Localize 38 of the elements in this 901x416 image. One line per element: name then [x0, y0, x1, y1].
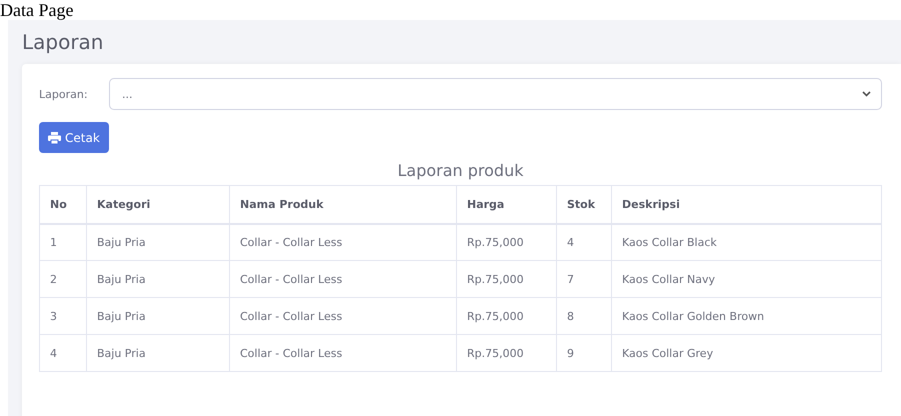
- column-header: Deskripsi: [612, 186, 882, 224]
- column-header: Kategori: [86, 186, 230, 224]
- table-cell: 7: [556, 260, 612, 298]
- table-cell: Rp.75,000: [456, 334, 556, 372]
- table-cell: 9: [556, 334, 612, 372]
- table-cell: Baju Pria: [86, 224, 230, 260]
- report-title: Laporan produk: [397, 161, 524, 180]
- table-cell: Baju Pria: [86, 334, 230, 372]
- table-cell: 1: [40, 224, 86, 260]
- page-caption: Data Page: [0, 0, 74, 20]
- table-cell: Kaos Collar Black: [612, 224, 882, 260]
- table-cell: 4: [556, 224, 612, 260]
- table-cell: Kaos Collar Navy: [612, 260, 882, 298]
- column-header: Nama Produk: [230, 186, 456, 224]
- report-select[interactable]: ...: [109, 78, 882, 110]
- table-cell: Kaos Collar Golden Brown: [612, 298, 882, 334]
- column-header: No: [40, 186, 86, 224]
- table-cell: Baju Pria: [86, 298, 230, 334]
- table-cell: Rp.75,000: [456, 224, 556, 260]
- table-cell: 3: [40, 298, 86, 334]
- table-cell: 4: [40, 334, 86, 372]
- print-button[interactable]: Cetak: [39, 122, 109, 153]
- table-cell: Rp.75,000: [456, 260, 556, 298]
- table-cell: Rp.75,000: [456, 298, 556, 334]
- table-cell: 2: [40, 260, 86, 298]
- chevron-down-icon: [862, 91, 871, 97]
- table-cell: Collar - Collar Less: [230, 298, 456, 334]
- printer-icon: [48, 132, 61, 144]
- table-cell: Collar - Collar Less: [230, 224, 456, 260]
- field-label: Laporan:: [39, 88, 89, 100]
- page-heading: Laporan: [22, 30, 104, 54]
- column-header: Stok: [556, 186, 612, 224]
- table-cell: 8: [556, 298, 612, 334]
- table-cell: Baju Pria: [86, 260, 230, 298]
- table-cell: Collar - Collar Less: [230, 334, 456, 372]
- table-cell: Kaos Collar Grey: [612, 334, 882, 372]
- column-header: Harga: [456, 186, 556, 224]
- table-cell: Collar - Collar Less: [230, 260, 456, 298]
